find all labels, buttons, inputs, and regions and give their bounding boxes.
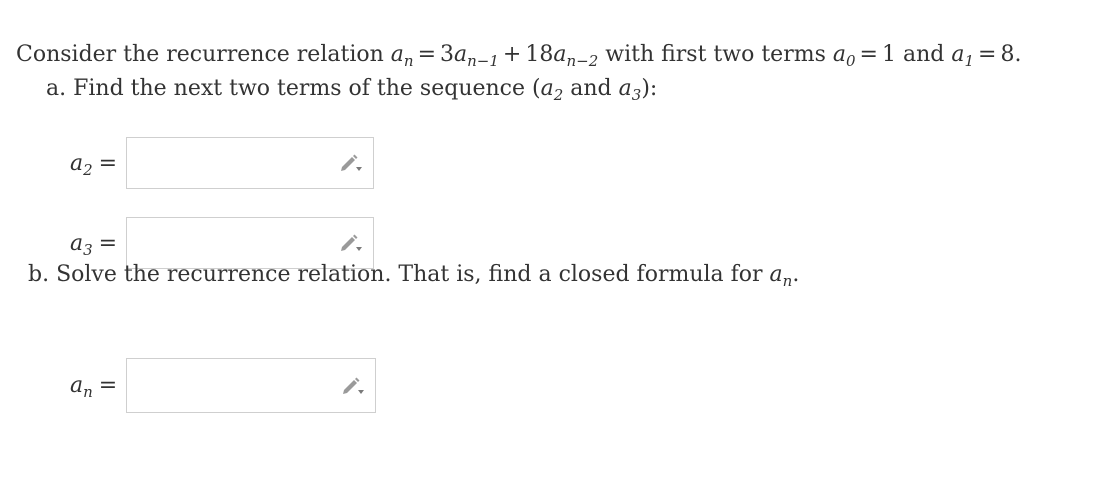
math-sub: n−2 — [566, 52, 599, 70]
answer-label-an: an = — [70, 373, 126, 401]
problem-statement: Consider the recurrence relation an = 3an−… — [16, 38, 1096, 106]
math-coef: 3 — [440, 42, 454, 67]
math-sub: 3 — [631, 86, 642, 104]
math-a1: a1 — [951, 42, 974, 70]
math-var: a — [553, 42, 567, 67]
math-var: a — [540, 76, 554, 101]
math-sub: 3 — [83, 240, 93, 259]
pencil-icon[interactable] — [338, 153, 362, 173]
intro-line: Consider the recurrence relation an = 3an−… — [16, 38, 1096, 72]
math-eq: = — [859, 42, 878, 67]
and-text: and — [563, 76, 619, 101]
math-sub: n — [782, 272, 793, 290]
part-a-prompt: a. Find the next two terms of the sequen… — [46, 72, 1096, 106]
part-b-text: b. Solve the recurrence relation. That i… — [28, 262, 770, 287]
math-an-1: an−1 — [454, 42, 499, 70]
math-sub: n — [83, 383, 93, 401]
math-var: a — [769, 262, 783, 287]
math-eq: = — [417, 42, 436, 67]
answer-box-wrap — [126, 358, 376, 413]
answer-box-wrap — [126, 137, 374, 189]
math-var: a — [70, 150, 84, 176]
answer-label-a2: a2 = — [70, 150, 126, 179]
math-eq: = — [98, 150, 118, 176]
math-val: 8 — [1000, 42, 1015, 67]
and-text: and — [895, 42, 952, 67]
math-a3: a3 — [618, 76, 642, 104]
math-var: a — [832, 42, 846, 67]
math-var: a — [618, 76, 632, 101]
intro-text-2: with first two terms — [598, 42, 833, 67]
pencil-icon[interactable] — [338, 233, 362, 253]
math-eq: = — [98, 373, 118, 398]
math-sub: n — [403, 52, 414, 70]
math-sub: 2 — [553, 86, 564, 104]
answer-input-an[interactable] — [126, 358, 376, 413]
math-sub: 1 — [964, 52, 974, 70]
math-var: a — [70, 230, 84, 256]
math-a0: a0 — [832, 42, 856, 70]
math-var: a — [390, 42, 404, 67]
math-eq: = — [978, 42, 997, 67]
math-an: an — [390, 42, 414, 70]
answer-label-a3: a3 = — [70, 230, 126, 259]
answer-row-a2: a2 = — [70, 137, 374, 189]
math-val: 1 — [881, 42, 896, 67]
answer-input-a2[interactable] — [126, 137, 374, 189]
part-b-prompt: b. Solve the recurrence relation. That i… — [28, 258, 799, 292]
math-var: a — [70, 373, 84, 398]
answer-row-an: an = — [70, 358, 376, 413]
part-a-end: ): — [641, 76, 658, 101]
math-a2: a2 — [540, 76, 564, 104]
pencil-icon[interactable] — [340, 376, 364, 396]
period: . — [1014, 42, 1022, 67]
math-coef: 18 — [525, 42, 554, 67]
math-var: a — [951, 42, 965, 67]
math-an: an — [769, 262, 793, 290]
part-b-end: . — [792, 262, 800, 287]
math-sub: 2 — [83, 160, 93, 179]
math-eq: = — [98, 230, 118, 256]
math-var: a — [454, 42, 468, 67]
math-an-2: an−2 — [553, 42, 599, 70]
intro-text: Consider the recurrence relation — [16, 42, 391, 67]
math-sub: 0 — [845, 52, 856, 70]
math-sub: n−1 — [467, 52, 499, 70]
part-a-text: a. Find the next two terms of the sequen… — [46, 76, 541, 101]
math-plus: + — [502, 42, 522, 67]
